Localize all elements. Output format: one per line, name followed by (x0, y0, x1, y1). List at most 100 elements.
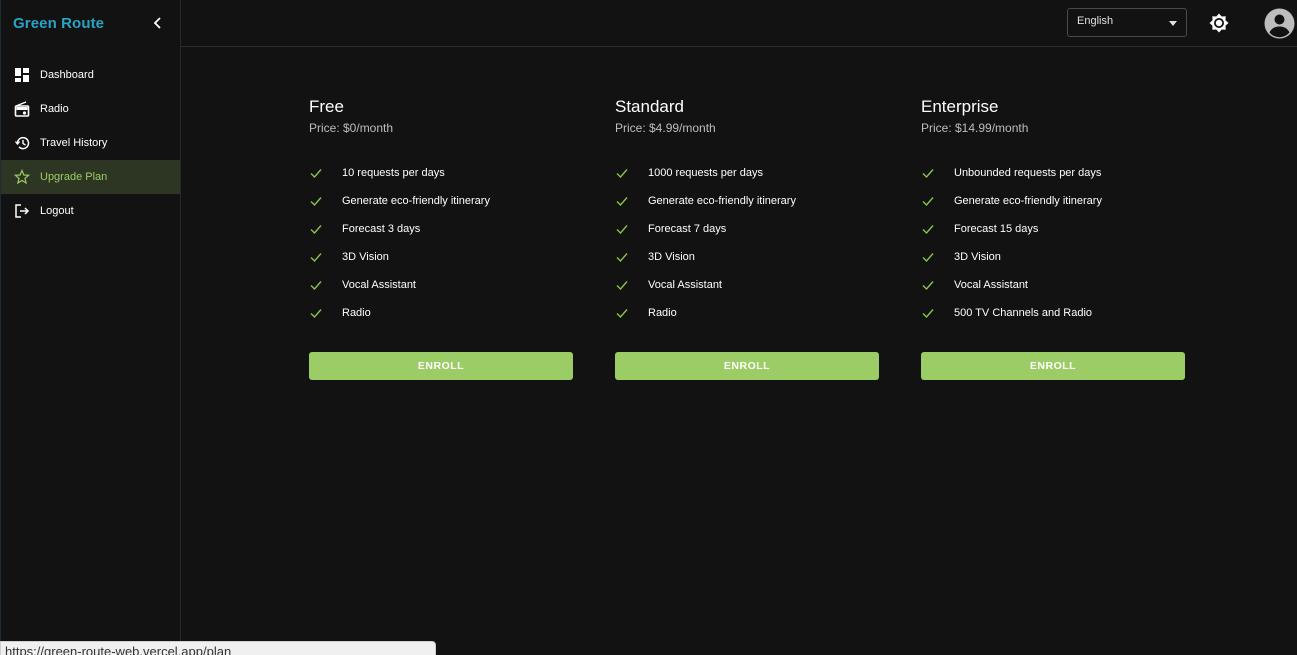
feature-label: 3D Vision (342, 251, 389, 263)
feature-item: 10 requests per days (309, 159, 573, 187)
feature-item: 3D Vision (615, 243, 879, 271)
sidebar-item-label: Travel History (40, 137, 108, 149)
history-icon (13, 134, 31, 152)
sidebar-item-label: Dashboard (40, 69, 94, 81)
sidebar-nav: Dashboard Radio Travel History Upgrade P… (1, 58, 180, 228)
plan-title: Standard (615, 97, 684, 116)
feature-item: 1000 requests per days (615, 159, 879, 187)
sidebar-item-label: Logout (40, 205, 74, 217)
check-icon (309, 306, 323, 320)
plan-title: Enterprise (921, 97, 999, 116)
feature-list: 1000 requests per days Generate eco-frie… (615, 159, 879, 327)
feature-item: Vocal Assistant (309, 271, 573, 299)
sidebar-item-label: Upgrade Plan (40, 171, 108, 183)
sidebar-item-dashboard[interactable]: Dashboard (1, 58, 180, 92)
feature-item: 3D Vision (309, 243, 573, 271)
language-select-value: English (1077, 15, 1114, 27)
check-icon (309, 250, 323, 264)
feature-item: Vocal Assistant (615, 271, 879, 299)
plans-section: Free Price: $0/month 10 requests per day… (309, 96, 1189, 396)
feature-label: Generate eco-friendly itinerary (954, 195, 1102, 207)
feature-item: Radio (615, 299, 879, 327)
feature-label: Unbounded requests per days (954, 167, 1102, 179)
check-icon (921, 166, 935, 180)
feature-label: Forecast 15 days (954, 223, 1039, 235)
feature-item: Unbounded requests per days (921, 159, 1185, 187)
feature-item: Forecast 7 days (615, 215, 879, 243)
check-icon (615, 166, 629, 180)
sidebar-item-logout[interactable]: Logout (1, 194, 180, 228)
account-circle-icon (1264, 8, 1295, 39)
user-avatar-button[interactable] (1264, 8, 1295, 39)
feature-item: 500 TV Channels and Radio (921, 299, 1185, 327)
enroll-button-enterprise[interactable]: ENROLL (921, 352, 1185, 380)
enroll-button-standard[interactable]: ENROLL (615, 352, 879, 380)
check-icon (309, 222, 323, 236)
feature-item: Generate eco-friendly itinerary (309, 187, 573, 215)
dashboard-icon (13, 66, 31, 84)
check-icon (309, 166, 323, 180)
feature-item: Generate eco-friendly itinerary (615, 187, 879, 215)
feature-item: Forecast 3 days (309, 215, 573, 243)
status-bar-url: https://green-route-web.vercel.app/plan (0, 641, 436, 655)
brand-logo[interactable]: Green Route (13, 15, 104, 32)
check-icon (921, 278, 935, 292)
feature-label: Forecast 3 days (342, 223, 421, 235)
sidebar: Green Route Dashboard Radio Travel Histo… (0, 0, 181, 655)
check-icon (615, 194, 629, 208)
check-icon (921, 250, 935, 264)
collapse-sidebar-button[interactable] (148, 13, 168, 33)
caret-down-icon (1169, 21, 1177, 26)
brightness-icon (1209, 13, 1229, 33)
top-bar: English (181, 0, 1297, 47)
check-icon (921, 194, 935, 208)
feature-label: 500 TV Channels and Radio (954, 307, 1093, 319)
sidebar-item-upgrade-plan[interactable]: Upgrade Plan (1, 160, 180, 194)
feature-label: 3D Vision (954, 251, 1001, 263)
feature-label: 10 requests per days (342, 167, 445, 179)
feature-item: Generate eco-friendly itinerary (921, 187, 1185, 215)
feature-item: Vocal Assistant (921, 271, 1185, 299)
check-icon (615, 250, 629, 264)
feature-label: 3D Vision (648, 251, 695, 263)
feature-label: Vocal Assistant (954, 279, 1028, 291)
check-icon (309, 194, 323, 208)
chevron-left-icon (153, 17, 161, 29)
feature-label: Vocal Assistant (342, 279, 416, 291)
feature-list: Unbounded requests per days Generate eco… (921, 159, 1185, 327)
feature-label: Forecast 7 days (648, 223, 727, 235)
feature-label: 1000 requests per days (648, 167, 763, 179)
star-icon (13, 168, 31, 186)
plan-price: Price: $14.99/month (921, 121, 1029, 135)
feature-label: Radio (648, 307, 677, 319)
sidebar-item-radio[interactable]: Radio (1, 92, 180, 126)
feature-list: 10 requests per days Generate eco-friend… (309, 159, 573, 327)
enroll-button-free[interactable]: ENROLL (309, 352, 573, 380)
plan-price: Price: $4.99/month (615, 121, 716, 135)
feature-label: Radio (342, 307, 371, 319)
plan-card-enterprise: Enterprise Price: $14.99/month Unbounded… (921, 96, 1185, 380)
sidebar-item-label: Radio (40, 103, 69, 115)
feature-item: Forecast 15 days (921, 215, 1185, 243)
theme-toggle-button[interactable] (1208, 12, 1230, 34)
plan-card-free: Free Price: $0/month 10 requests per day… (309, 96, 573, 380)
plan-card-standard: Standard Price: $4.99/month 1000 request… (615, 96, 879, 380)
check-icon (615, 278, 629, 292)
sidebar-item-travel-history[interactable]: Travel History (1, 126, 180, 160)
feature-label: Generate eco-friendly itinerary (648, 195, 796, 207)
plan-price: Price: $0/month (309, 121, 394, 135)
check-icon (615, 222, 629, 236)
logout-icon (13, 202, 31, 220)
check-icon (921, 306, 935, 320)
radio-icon (13, 100, 31, 118)
check-icon (921, 222, 935, 236)
language-select[interactable]: English (1067, 8, 1187, 37)
feature-label: Generate eco-friendly itinerary (342, 195, 490, 207)
plan-title: Free (309, 97, 344, 116)
feature-item: 3D Vision (921, 243, 1185, 271)
feature-label: Vocal Assistant (648, 279, 722, 291)
check-icon (615, 306, 629, 320)
check-icon (309, 278, 323, 292)
app-root: Green Route Dashboard Radio Travel Histo… (0, 0, 1297, 655)
feature-item: Radio (309, 299, 573, 327)
